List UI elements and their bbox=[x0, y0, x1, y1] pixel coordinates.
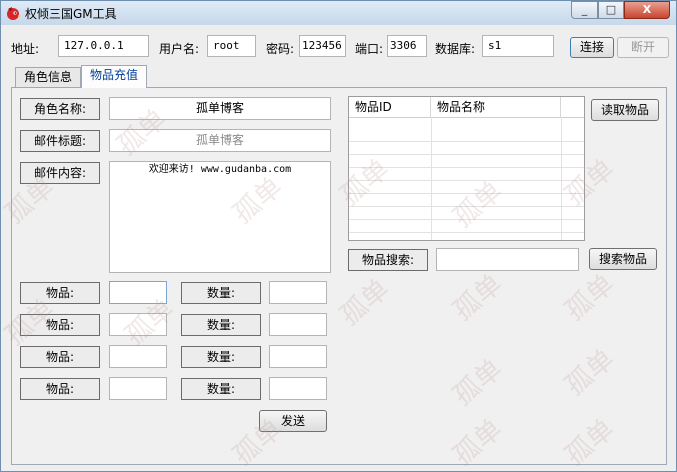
mail-title-field[interactable]: 孤单博客 bbox=[109, 129, 331, 152]
app-bird-icon bbox=[7, 7, 21, 20]
item-search-label: 物品搜索: bbox=[348, 249, 428, 271]
item-field[interactable] bbox=[109, 281, 167, 304]
username-field[interactable]: root bbox=[207, 35, 256, 57]
maximize-button[interactable]: □ bbox=[598, 1, 624, 19]
item-table-header: 物品ID 物品名称 bbox=[349, 97, 584, 118]
role-name-field[interactable]: 孤单博客 bbox=[109, 97, 331, 120]
mail-title-label: 邮件标题: bbox=[20, 130, 100, 152]
quantity-label: 数量: bbox=[181, 378, 261, 400]
role-name-label: 角色名称: bbox=[20, 98, 100, 120]
address-field[interactable]: 127.0.0.1 bbox=[58, 35, 149, 57]
table-column-line bbox=[561, 117, 562, 240]
tab-item-recharge[interactable]: 物品充值 bbox=[81, 65, 147, 88]
database-field[interactable]: s1 bbox=[482, 35, 554, 57]
item-table[interactable]: 物品ID 物品名称 bbox=[348, 96, 585, 241]
table-grid-line bbox=[349, 129, 584, 142]
disconnect-button[interactable]: 断开 bbox=[617, 37, 669, 58]
table-grid-line bbox=[349, 181, 584, 194]
connect-button[interactable]: 连接 bbox=[570, 37, 614, 58]
mail-content-label: 邮件内容: bbox=[20, 162, 100, 184]
item-label: 物品: bbox=[20, 346, 100, 368]
search-items-button[interactable]: 搜索物品 bbox=[589, 248, 657, 270]
minimize-button[interactable]: _ bbox=[571, 1, 598, 19]
item-label: 物品: bbox=[20, 282, 100, 304]
quantity-field[interactable] bbox=[269, 377, 327, 400]
mail-content-textarea[interactable]: 欢迎来访! www.gudanba.com bbox=[109, 161, 331, 273]
port-field[interactable]: 3306 bbox=[387, 35, 427, 57]
table-column-line bbox=[431, 117, 432, 240]
gm-tool-window: 权倾三国GM工具 _ □ X 地址: 127.0.0.1 用户名: root 密… bbox=[0, 0, 677, 472]
item-search-field[interactable] bbox=[436, 248, 579, 271]
send-button[interactable]: 发送 bbox=[259, 410, 327, 432]
table-grid-line bbox=[349, 155, 584, 168]
quantity-label: 数量: bbox=[181, 282, 261, 304]
title-bar: 权倾三国GM工具 _ □ X bbox=[1, 1, 676, 25]
item-field[interactable] bbox=[109, 345, 167, 368]
password-label: 密码: bbox=[266, 42, 295, 56]
read-items-button[interactable]: 读取物品 bbox=[591, 99, 659, 121]
table-grid-line bbox=[349, 220, 584, 233]
quantity-field[interactable] bbox=[269, 345, 327, 368]
quantity-label: 数量: bbox=[181, 314, 261, 336]
close-button[interactable]: X bbox=[624, 1, 670, 19]
table-grid-line bbox=[349, 194, 584, 207]
table-grid-line bbox=[349, 142, 584, 155]
table-grid-line bbox=[349, 168, 584, 181]
password-field[interactable]: 123456 bbox=[299, 35, 346, 57]
column-item-name[interactable]: 物品名称 bbox=[431, 97, 561, 117]
item-label: 物品: bbox=[20, 378, 100, 400]
quantity-field[interactable] bbox=[269, 281, 327, 304]
port-label: 端口: bbox=[355, 42, 384, 56]
database-label: 数据库: bbox=[435, 42, 476, 56]
username-label: 用户名: bbox=[159, 42, 200, 56]
column-item-id[interactable]: 物品ID bbox=[349, 97, 431, 117]
item-label: 物品: bbox=[20, 314, 100, 336]
quantity-label: 数量: bbox=[181, 346, 261, 368]
item-field[interactable] bbox=[109, 313, 167, 336]
address-label: 地址: bbox=[11, 42, 40, 56]
tab-role-info[interactable]: 角色信息 bbox=[15, 67, 81, 87]
window-title: 权倾三国GM工具 bbox=[25, 7, 117, 21]
item-field[interactable] bbox=[109, 377, 167, 400]
quantity-field[interactable] bbox=[269, 313, 327, 336]
table-grid-line bbox=[349, 207, 584, 220]
